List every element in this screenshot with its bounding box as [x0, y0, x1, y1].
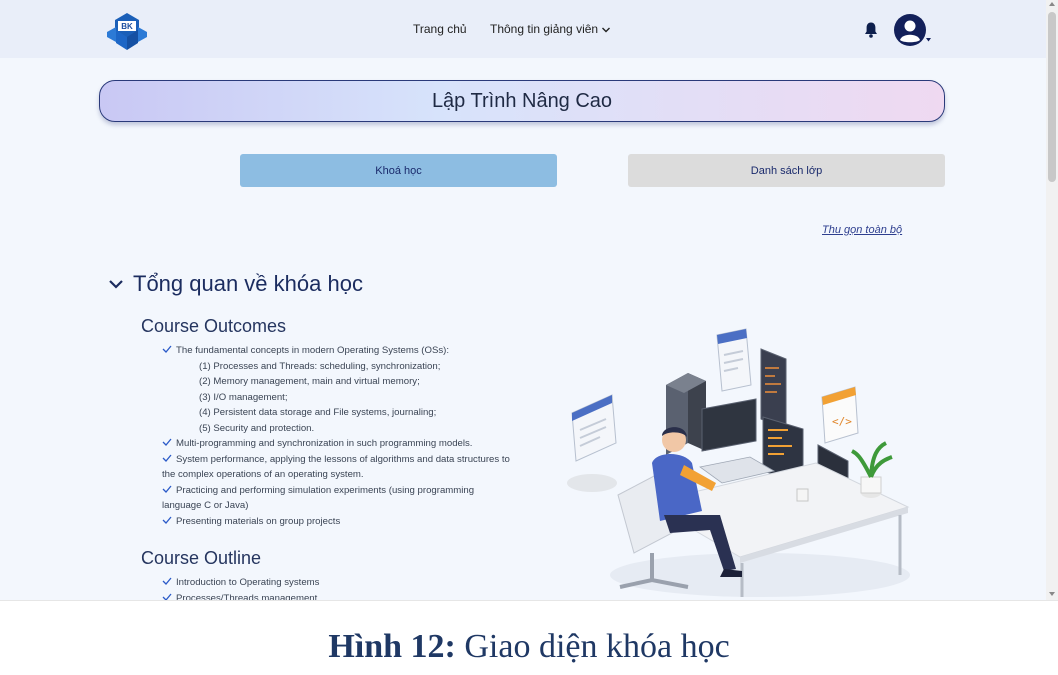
list-item: (5) Security and protection. [162, 421, 512, 437]
list-item: (3) I/O management; [162, 390, 512, 406]
tab-course[interactable]: Khoá học [240, 154, 557, 187]
page-scrollbar[interactable] [1046, 0, 1058, 600]
list-item: System performance, applying the lessons… [162, 452, 512, 483]
list-item: Practicing and performing simulation exp… [162, 483, 512, 514]
list-item: Introduction to Operating systems [162, 575, 512, 591]
caption-label: Hình 12: [328, 628, 456, 665]
chevron-down-icon [109, 280, 123, 289]
caption-text: Giao diện khóa học [464, 628, 730, 665]
course-title-banner: Lập Trình Nâng Cao [99, 80, 945, 122]
bell-icon[interactable] [863, 21, 879, 39]
list-item: (2) Memory management, main and virtual … [162, 374, 512, 390]
tab-class-list[interactable]: Danh sách lớp [628, 154, 945, 187]
list-item: (4) Persistent data storage and File sys… [162, 405, 512, 421]
list-item-text: (1) Processes and Threads: scheduling, s… [199, 360, 441, 372]
logo-text: BK [121, 22, 133, 31]
list-item-text: Introduction to Operating systems [176, 577, 320, 588]
list-item-text: Practicing and performing simulation exp… [162, 484, 475, 512]
list-item: Presenting materials on group projects [162, 514, 512, 530]
course-title: Lập Trình Nâng Cao [431, 89, 613, 112]
floating-window-icon [716, 328, 752, 392]
developer-workspace-illustration: </> [567, 328, 910, 597]
check-icon [162, 438, 172, 446]
check-icon [162, 577, 172, 585]
figure-caption: Hình 12: Giao diện khóa học [0, 628, 1058, 666]
list-item-text: (5) Security and protection. [199, 422, 315, 434]
list-item: Multi-programming and synchronization in… [162, 436, 512, 452]
nav-teacher-info-dropdown[interactable]: Thông tin giảng viên [490, 22, 611, 36]
list-item-text: (2) Memory management, main and virtual … [199, 376, 420, 387]
list-item: (1) Processes and Threads: scheduling, s… [162, 359, 512, 375]
check-icon [162, 593, 172, 600]
svg-text:</>: </> [832, 415, 852, 428]
section-overview-header[interactable]: Tổng quan về khóa học [108, 271, 363, 297]
chevron-down-icon [602, 27, 611, 33]
list-item-text: Multi-programming and synchronization in… [176, 438, 473, 449]
app-screen: BK Trang chủ Thông tin giảng viên Lập Tr… [0, 0, 1058, 601]
course-outcomes-list: The fundamental concepts in modern Opera… [162, 343, 512, 529]
course-outcomes-heading: Course Outcomes [141, 316, 287, 336]
collapse-all-link[interactable]: Thu gọn toàn bộ [822, 224, 902, 236]
floating-document-icon [571, 394, 617, 462]
list-item-text: Processes/Threads management [176, 592, 318, 601]
list-item: The fundamental concepts in modern Opera… [162, 343, 512, 359]
check-icon [162, 516, 172, 524]
bk-logo-icon[interactable]: BK [106, 12, 148, 52]
course-outline-list: Introduction to Operating systems Proces… [162, 575, 512, 601]
list-item-text: System performance, applying the lessons… [162, 453, 510, 481]
check-icon [162, 454, 172, 462]
list-item: Processes/Threads management [162, 591, 512, 601]
check-icon [162, 485, 172, 493]
nav-home-link[interactable]: Trang chủ [413, 22, 467, 36]
list-item-text: (4) Persistent data storage and File sys… [199, 407, 437, 418]
list-item-text: The fundamental concepts in modern Opera… [176, 345, 450, 356]
scrollbar-thumb[interactable] [1048, 12, 1056, 182]
user-avatar-icon[interactable] [893, 13, 931, 47]
course-outline-heading: Course Outline [141, 548, 262, 568]
list-item-text: Presenting materials on group projects [176, 515, 341, 527]
scroll-down-arrow-icon[interactable] [1049, 592, 1055, 596]
check-icon [162, 345, 172, 353]
top-navbar: BK Trang chủ Thông tin giảng viên [0, 0, 1046, 58]
list-item-text: (3) I/O management; [199, 391, 288, 403]
section-title: Tổng quan về khóa học [133, 271, 363, 296]
floating-code-card-icon: </> [821, 386, 859, 444]
scroll-up-arrow-icon[interactable] [1049, 2, 1055, 6]
nav-teacher-info-label: Thông tin giảng viên [490, 22, 599, 36]
